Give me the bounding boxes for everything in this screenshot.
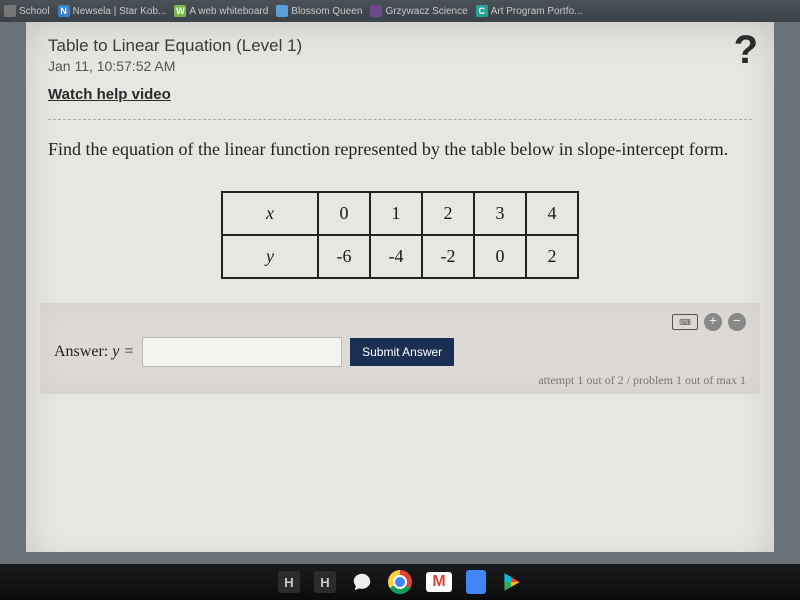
submit-answer-button[interactable]: Submit Answer	[350, 338, 454, 366]
table-cell: 1	[370, 192, 422, 235]
table-cell: 0	[318, 192, 370, 235]
docs-icon[interactable]	[466, 570, 486, 594]
answer-label: Answer: y =	[54, 343, 134, 361]
table-cell: -6	[318, 235, 370, 278]
tab-label: A web whiteboard	[189, 6, 268, 17]
table-cell: -4	[370, 235, 422, 278]
problem-prompt: Find the equation of the linear function…	[48, 136, 752, 163]
data-table: x 0 1 2 3 4 y -6 -4 -2 0 2	[221, 191, 579, 279]
table-cell: 2	[526, 235, 578, 278]
answer-bar: ⌨ + − Answer: y = Submit Answer attempt …	[40, 303, 760, 394]
table-cell: 4	[526, 192, 578, 235]
browser-tab[interactable]: Blossom Queen	[276, 5, 362, 17]
browser-tab[interactable]: School	[4, 5, 50, 17]
problem-title: Table to Linear Equation (Level 1)	[48, 36, 752, 56]
chrome-icon[interactable]	[388, 570, 412, 594]
tab-favicon	[370, 5, 382, 17]
taskbar-app-icon[interactable]: H	[278, 571, 300, 593]
tab-favicon	[4, 5, 16, 17]
row-label-x: x	[222, 192, 318, 235]
table-row: x 0 1 2 3 4	[222, 192, 578, 235]
table-row: y -6 -4 -2 0 2	[222, 235, 578, 278]
browser-tab[interactable]: N Newsela | Star Kob...	[58, 5, 167, 17]
plus-button[interactable]: +	[704, 313, 722, 331]
row-label-y: y	[222, 235, 318, 278]
browser-tab-bar: School N Newsela | Star Kob... W A web w…	[0, 0, 800, 22]
problem-card: ? Table to Linear Equation (Level 1) Jan…	[26, 22, 774, 552]
taskbar-app-icon[interactable]: H	[314, 571, 336, 593]
os-taskbar: H H M	[0, 564, 800, 600]
divider	[48, 119, 752, 120]
attempt-status: attempt 1 out of 2 / problem 1 out of ma…	[54, 373, 746, 388]
tab-label: Newsela | Star Kob...	[73, 6, 167, 17]
problem-timestamp: Jan 11, 10:57:52 AM	[48, 58, 752, 74]
tab-favicon: W	[174, 5, 186, 17]
tab-label: Art Program Portfo...	[491, 6, 583, 17]
table-cell: 3	[474, 192, 526, 235]
browser-tab[interactable]: W A web whiteboard	[174, 5, 268, 17]
help-icon[interactable]: ?	[734, 28, 758, 73]
answer-input[interactable]	[142, 337, 342, 367]
tab-label: Blossom Queen	[291, 6, 362, 17]
table-cell: 2	[422, 192, 474, 235]
play-store-icon[interactable]	[500, 571, 522, 593]
keyboard-icon[interactable]: ⌨	[672, 314, 698, 330]
table-cell: -2	[422, 235, 474, 278]
tab-favicon: C	[476, 5, 488, 17]
watch-help-video-link[interactable]: Watch help video	[48, 86, 171, 103]
minus-button[interactable]: −	[728, 313, 746, 331]
browser-tab[interactable]: C Art Program Portfo...	[476, 5, 583, 17]
chat-icon[interactable]	[350, 570, 374, 594]
table-cell: 0	[474, 235, 526, 278]
tab-label: Grzywacz Science	[385, 6, 467, 17]
browser-tab[interactable]: Grzywacz Science	[370, 5, 467, 17]
gmail-icon[interactable]: M	[426, 572, 452, 592]
tab-favicon: N	[58, 5, 70, 17]
tab-label: School	[19, 6, 50, 17]
tab-favicon	[276, 5, 288, 17]
